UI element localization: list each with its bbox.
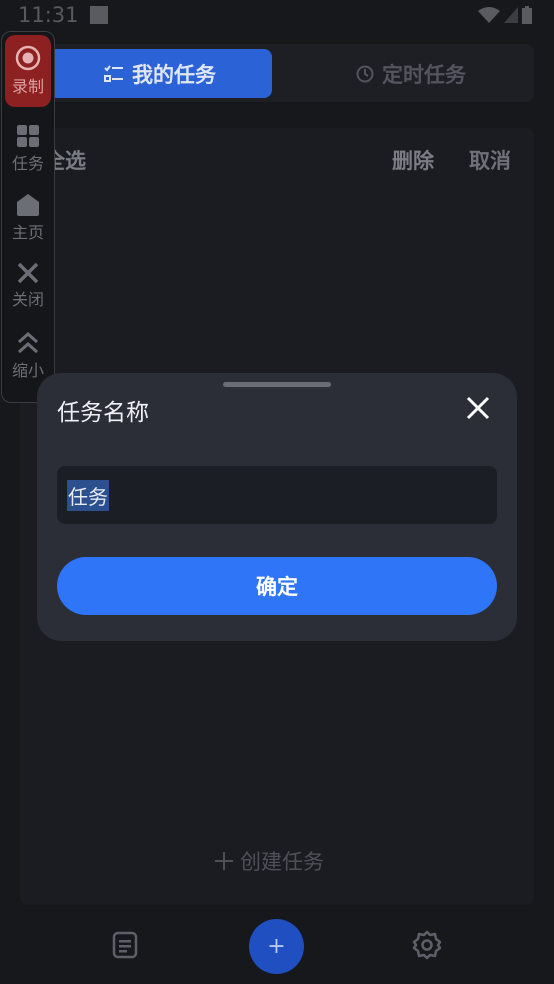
checklist-icon — [104, 64, 123, 82]
task-name-dialog: 任务名称 任务 确定 — [37, 373, 517, 641]
plus-icon: + — [267, 934, 286, 959]
bottom-nav: + — [0, 905, 554, 984]
dialog-title: 任务名称 — [57, 400, 149, 426]
confirm-button[interactable]: 确定 — [57, 557, 497, 615]
notification-icon — [90, 6, 108, 24]
tasks-button[interactable]: 任务 — [2, 124, 54, 174]
record-button[interactable]: 录制 — [5, 35, 51, 107]
double-chevron-up-icon — [18, 331, 38, 354]
tab-my-tasks-label: 我的任务 — [132, 62, 216, 87]
create-task-label: 创建任务 — [240, 850, 324, 874]
document-icon — [112, 931, 138, 959]
task-name-input-value: 任务 — [67, 479, 109, 511]
home-icon — [17, 194, 39, 216]
floating-toolbar: 录制 任务 主页 关闭 缩小 — [1, 31, 55, 403]
dialog-close-button[interactable] — [465, 395, 491, 421]
create-task-button[interactable]: 创建任务 — [214, 846, 324, 876]
record-icon — [15, 45, 41, 71]
delete-button[interactable]: 删除 — [392, 145, 434, 175]
tab-my-tasks[interactable]: 我的任务 — [48, 49, 272, 98]
close-icon — [466, 396, 490, 420]
status-icons — [478, 6, 532, 24]
close-label: 关闭 — [11, 290, 44, 309]
settings-button[interactable] — [412, 930, 442, 964]
minimize-label: 缩小 — [11, 361, 44, 380]
status-time: 11:31 — [18, 3, 79, 27]
clock-icon — [356, 65, 374, 82]
wifi-icon — [478, 7, 500, 23]
add-button[interactable]: + — [249, 919, 304, 974]
nav-document-button[interactable] — [110, 930, 140, 964]
task-name-input[interactable]: 任务 — [57, 466, 497, 524]
confirm-label: 确定 — [256, 575, 298, 599]
screen: 11:31 我的任务 定时任务 全选 删除 取消 创建任务 + 录制 任务 主页… — [0, 0, 554, 984]
drag-handle[interactable] — [223, 382, 331, 387]
close-float-button[interactable]: 关闭 — [2, 262, 54, 310]
tab-scheduled-tasks[interactable]: 定时任务 — [294, 49, 528, 98]
tasks-label: 任务 — [11, 154, 44, 173]
minimize-button[interactable]: 缩小 — [2, 331, 54, 381]
status-bar: 11:31 — [0, 0, 554, 30]
gear-icon — [412, 930, 442, 960]
grid-icon — [17, 125, 39, 147]
home-button[interactable]: 主页 — [2, 193, 54, 243]
home-label: 主页 — [11, 223, 44, 242]
cancel-button[interactable]: 取消 — [469, 145, 511, 175]
record-label: 录制 — [11, 77, 44, 96]
battery-icon — [522, 6, 532, 24]
task-tabs: 我的任务 定时任务 — [44, 44, 534, 102]
tab-scheduled-tasks-label: 定时任务 — [382, 62, 466, 87]
signal-icon — [504, 7, 518, 23]
plus-icon — [215, 852, 233, 870]
close-icon — [17, 262, 39, 284]
